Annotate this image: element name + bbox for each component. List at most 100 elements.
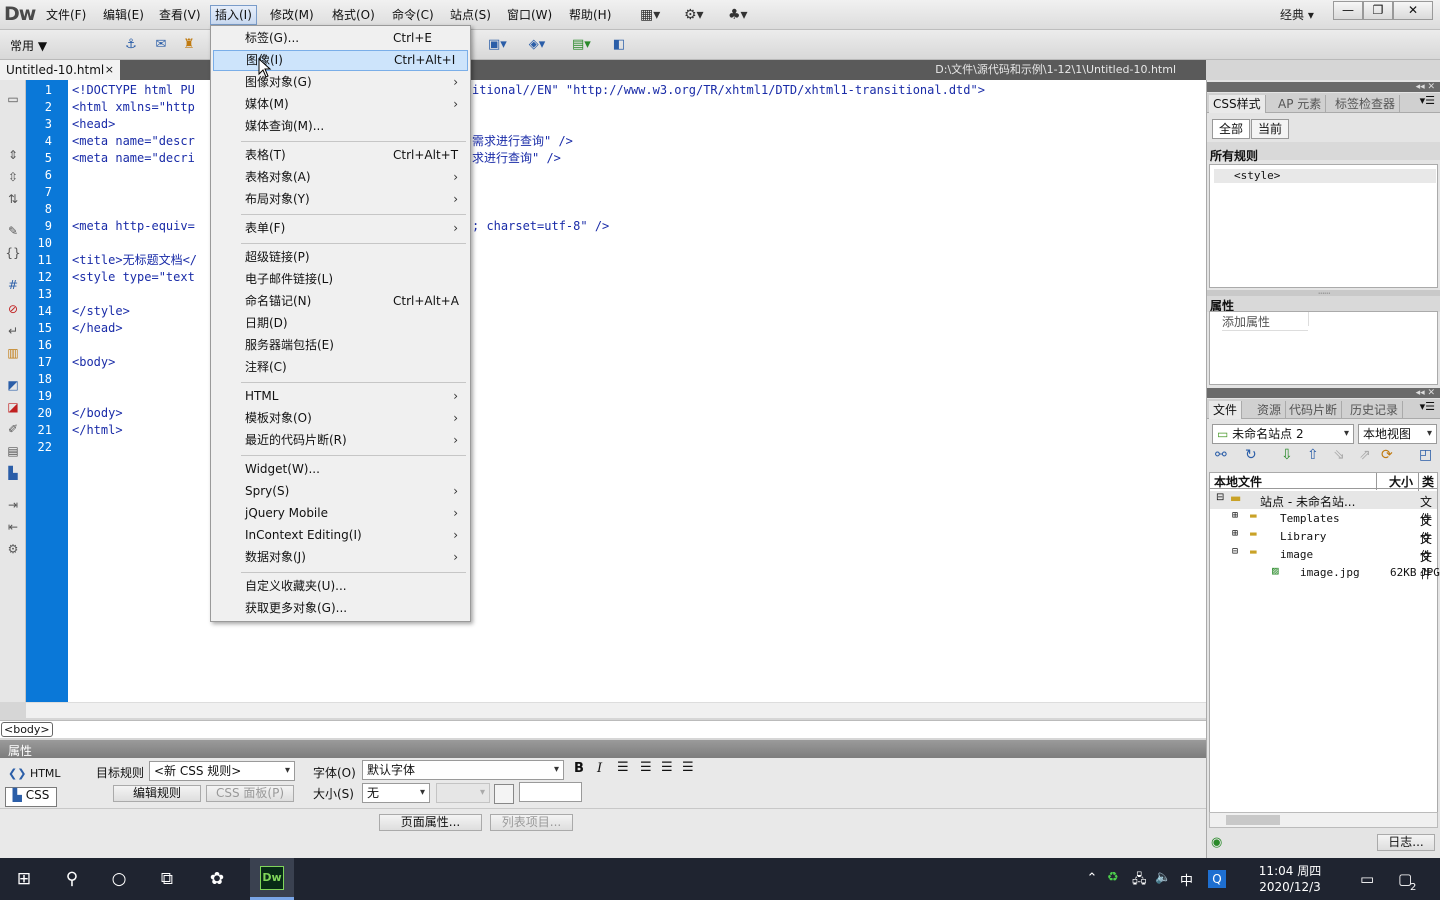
insert-category-select[interactable]: 常用 ▼: [10, 37, 47, 54]
css-panel-button[interactable]: CSS 面板(P): [206, 785, 294, 802]
put-files-icon[interactable]: ⇧: [1307, 447, 1319, 463]
code-line-tail[interactable]: 需求进行查询" />: [472, 133, 573, 150]
move-css-icon[interactable]: ▙: [4, 466, 22, 482]
outdent-icon[interactable]: ⇤: [4, 520, 22, 536]
document-tab[interactable]: Untitled-10.html ×: [0, 60, 120, 80]
bold-button[interactable]: B: [574, 761, 584, 776]
menu-help[interactable]: 帮助(H): [565, 5, 615, 25]
insert-menu-item[interactable]: 图像对象(G) ›: [213, 72, 468, 93]
align-right-icon[interactable]: ☰: [661, 760, 673, 775]
taskbar-dreamweaver[interactable]: Dw: [250, 858, 294, 900]
panel-menu-icon[interactable]: ▾☰: [1420, 94, 1435, 107]
log-button[interactable]: 日志...: [1377, 834, 1435, 851]
tab-ap-elements[interactable]: AP 元素: [1274, 95, 1327, 113]
tab-files[interactable]: 文件: [1209, 401, 1243, 419]
align-center-icon[interactable]: ☰: [640, 760, 652, 775]
insert-menu-item[interactable]: 日期(D): [213, 313, 468, 334]
css-mode-current[interactable]: 当前: [1251, 119, 1290, 139]
clock[interactable]: 11:04 周四 2020/12/3: [1250, 863, 1330, 895]
apply-comment-icon[interactable]: ◩: [4, 378, 22, 394]
tree-row-image-jpg[interactable]: ▨ image.jpg 62KB JPG: [1210, 563, 1440, 581]
start-icon[interactable]: ⊞: [12, 867, 36, 891]
highlight-invalid-icon[interactable]: ⊘: [4, 302, 22, 318]
code-line[interactable]: <style type="text: [72, 269, 195, 286]
insert-menu-item[interactable]: jQuery Mobile ›: [213, 503, 468, 524]
get-files-icon[interactable]: ⇩: [1281, 447, 1293, 463]
tree-row-image-folder[interactable]: ⊟ ▬ image 文件: [1210, 545, 1437, 581]
tray-sync-icon[interactable]: ♻: [1107, 870, 1119, 885]
target-rule-select[interactable]: <新 CSS 规则> ▾: [149, 761, 295, 781]
named-anchor-icon[interactable]: ♜: [180, 37, 198, 53]
minimize-button[interactable]: —: [1333, 1, 1363, 20]
files-panel-menu-icon[interactable]: ▾☰: [1420, 400, 1435, 413]
insert-menu-item[interactable]: 数据对象(J) ›: [213, 547, 468, 568]
insert-menu-item[interactable]: 布局对象(Y) ›: [213, 189, 468, 210]
ime-indicator[interactable]: 中: [1180, 870, 1193, 889]
expand-panel-icon[interactable]: ◰: [1419, 447, 1432, 463]
code-line[interactable]: <meta name="decri: [72, 150, 195, 167]
css-mode-button[interactable]: ▙ CSS: [5, 787, 57, 807]
code-line[interactable]: <html xmlns="http: [72, 99, 195, 116]
code-line[interactable]: <head>: [72, 116, 115, 133]
open-documents-icon[interactable]: ▭: [4, 92, 22, 108]
site-manager-icon[interactable]: ♣▾: [728, 5, 748, 25]
rule-item-style[interactable]: <style>: [1214, 169, 1436, 183]
insert-menu-item[interactable]: 媒体(M) ›: [213, 94, 468, 115]
list-item-button[interactable]: 列表项目...: [490, 814, 573, 831]
hyperlink-icon[interactable]: ⚓: [122, 37, 140, 53]
menu-file[interactable]: 文件(F): [42, 5, 90, 25]
layout-icon[interactable]: ▦▾: [640, 5, 660, 25]
justify-icon[interactable]: ☰: [682, 760, 694, 775]
code-line[interactable]: </style>: [72, 303, 130, 320]
insert-menu-item[interactable]: Widget(W)...: [213, 459, 468, 480]
app-pinwheel-icon[interactable]: ✿: [205, 867, 229, 891]
network-icon[interactable]: 🖧: [1132, 870, 1147, 892]
page-properties-button[interactable]: 页面属性...: [379, 814, 482, 831]
menu-edit[interactable]: 编辑(E): [99, 5, 148, 25]
code-line[interactable]: <meta name="descr: [72, 133, 195, 150]
recent-snippets-icon[interactable]: ▤: [4, 444, 22, 460]
insert-menu-item[interactable]: 注释(C): [213, 357, 468, 378]
refresh-icon[interactable]: ↻: [1245, 447, 1257, 463]
select-parent-tag-icon[interactable]: ✎: [4, 224, 22, 240]
insert-menu-item[interactable]: HTML ›: [213, 386, 468, 407]
tab-css-styles[interactable]: CSS样式: [1209, 95, 1266, 113]
synchronize-icon[interactable]: ⟳: [1381, 447, 1393, 463]
cortana-icon[interactable]: ○: [107, 867, 131, 891]
code-line-tail[interactable]: ; charset=utf-8" />: [472, 218, 609, 235]
line-numbers-icon[interactable]: #: [4, 278, 22, 294]
code-line[interactable]: </head>: [72, 320, 123, 337]
menu-format[interactable]: 格式(O): [328, 5, 379, 25]
qq-icon[interactable]: Q: [1208, 870, 1226, 888]
insert-menu-item[interactable]: 标签(G)... Ctrl+E: [213, 28, 468, 49]
task-view-icon[interactable]: ⧉: [155, 867, 179, 891]
insert-menu-item[interactable]: 模板对象(O) ›: [213, 408, 468, 429]
tree-row-library[interactable]: ⊞ ▬ Library 文件: [1210, 527, 1437, 563]
connect-icon[interactable]: ⚯: [1215, 447, 1227, 463]
color-picker-icon[interactable]: [494, 784, 514, 804]
collapse-selection-icon[interactable]: ⇳: [4, 170, 22, 186]
tree-row-templates[interactable]: ⊞ ▬ Templates 文件: [1210, 509, 1437, 545]
wrap-tag-icon[interactable]: ✐: [4, 422, 22, 438]
expand-all-icon[interactable]: ⇅: [4, 192, 22, 208]
size-select[interactable]: 无 ▾: [362, 783, 430, 803]
check-in-icon[interactable]: ⇗: [1359, 447, 1371, 463]
tab-assets[interactable]: 资源: [1253, 401, 1287, 419]
search-icon[interactable]: ⚲: [60, 867, 84, 891]
show-desktop-icon[interactable]: ▭: [1360, 870, 1374, 888]
insert-menu-item[interactable]: 图像(I) Ctrl+Alt+I: [213, 50, 468, 71]
close-button[interactable]: ✕: [1393, 1, 1433, 20]
add-attribute-link[interactable]: 添加属性: [1222, 313, 1308, 331]
code-line[interactable]: <title>无标题文档</: [72, 252, 197, 269]
insert-menu-item[interactable]: InContext Editing(I) ›: [213, 525, 468, 546]
code-line[interactable]: <body>: [72, 354, 115, 371]
tab-tag-inspector[interactable]: 标签检查器: [1331, 95, 1401, 113]
insert-menu-item[interactable]: 电子邮件链接(L): [213, 269, 468, 290]
collapse-tag-icon[interactable]: ⇕: [4, 148, 22, 164]
email-link-icon[interactable]: ✉: [152, 37, 170, 53]
media-icon[interactable]: ◈▾: [528, 37, 546, 53]
insert-menu-item[interactable]: 命名锚记(N) Ctrl+Alt+A: [213, 291, 468, 312]
check-out-icon[interactable]: ⇘: [1333, 447, 1345, 463]
tag-body[interactable]: <body>: [1, 722, 53, 737]
images-icon[interactable]: ▣▾: [488, 37, 507, 53]
